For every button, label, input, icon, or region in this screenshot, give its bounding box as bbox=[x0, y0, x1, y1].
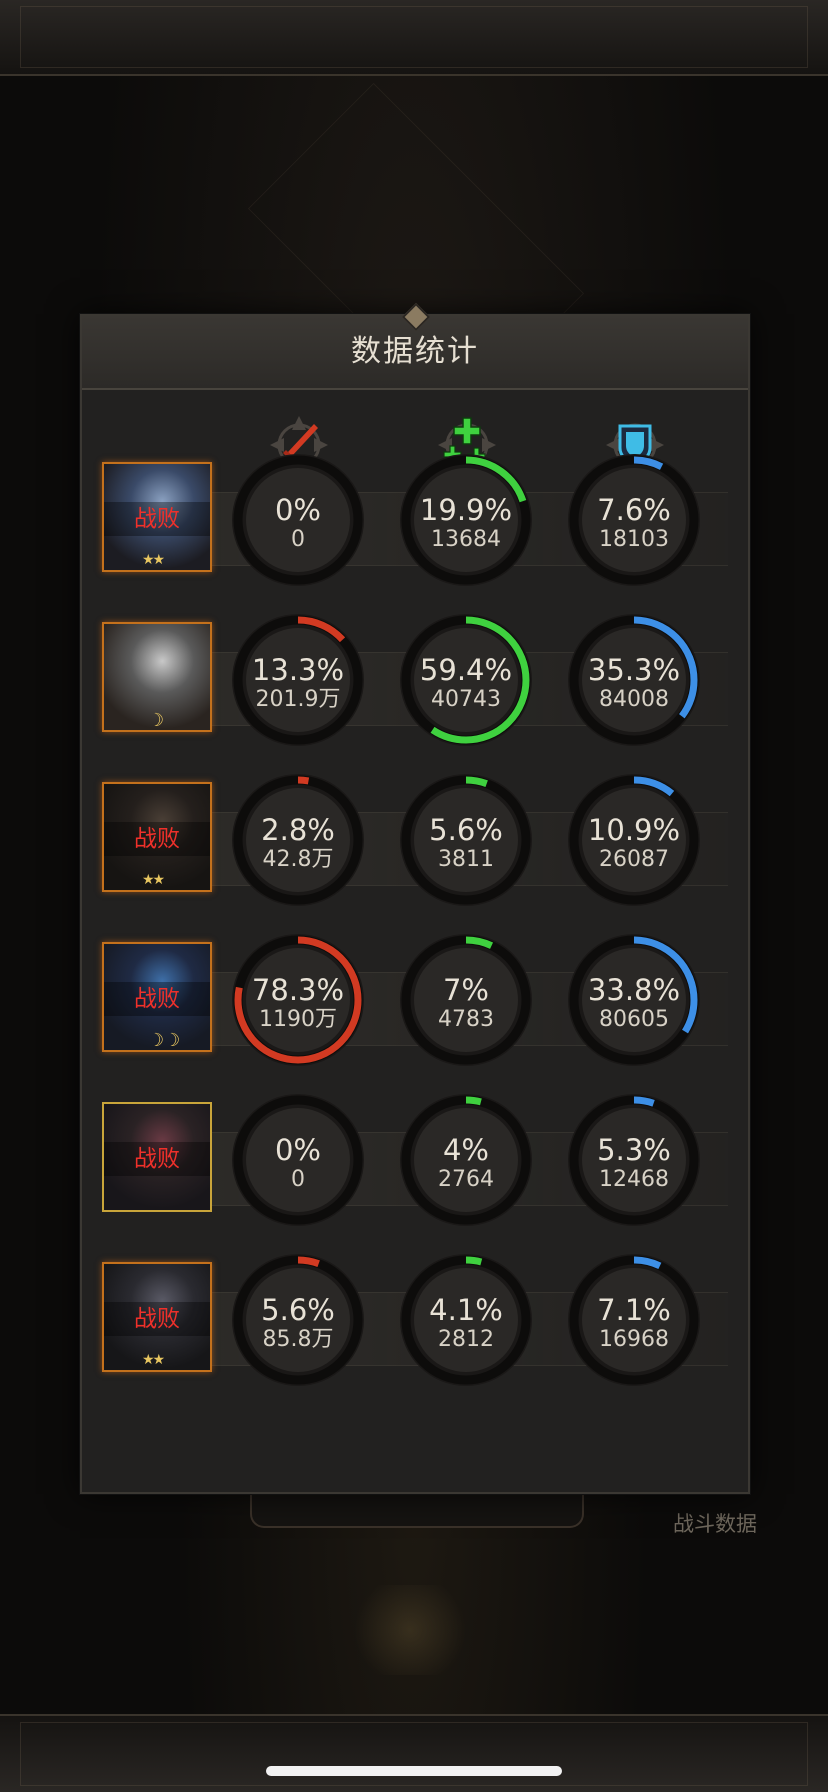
tank-value: 80605 bbox=[599, 1007, 669, 1032]
hero-row: 战败 ★★ 0% 0 19.9% 13684 7.6% 18103 bbox=[82, 452, 748, 612]
tank-percent: 10.9% bbox=[587, 813, 681, 847]
statistics-panel: 数据统计 战败 ★★ 0% 0 19.9% 13684 7.6% 18103 ☽… bbox=[80, 302, 750, 1494]
battle-data-caption[interactable]: 战斗数据 bbox=[673, 1508, 757, 1538]
moon-rank-icon: ☽ bbox=[148, 710, 165, 731]
heal-value: 4783 bbox=[438, 1007, 494, 1032]
heal-percent: 19.9% bbox=[419, 493, 513, 527]
hero-row: 战败 0% 0 4% 2764 5.3% 12468 bbox=[82, 1092, 748, 1252]
damage-value: 42.8万 bbox=[262, 847, 334, 872]
damage-stat-ring: 5.6% 85.8万 bbox=[230, 1252, 366, 1388]
heal-percent: 7% bbox=[442, 973, 489, 1007]
hero-portrait[interactable]: 战败 ★★ bbox=[102, 782, 212, 892]
tank-stat-ring: 7.6% 18103 bbox=[566, 452, 702, 588]
tank-percent: 5.3% bbox=[597, 1133, 671, 1167]
tank-percent: 35.3% bbox=[587, 653, 681, 687]
hero-portrait[interactable]: 战败 bbox=[102, 1102, 212, 1212]
damage-stat-ring: 0% 0 bbox=[230, 452, 366, 588]
hero-portrait[interactable]: 战败 ★★ bbox=[102, 1262, 212, 1372]
home-indicator[interactable] bbox=[266, 1766, 562, 1776]
panel-title: 数据统计 bbox=[351, 334, 479, 369]
tank-value: 16968 bbox=[599, 1327, 669, 1352]
damage-value: 85.8万 bbox=[262, 1327, 334, 1352]
heal-percent: 4.1% bbox=[429, 1293, 503, 1327]
tank-stat-ring: 5.3% 12468 bbox=[566, 1092, 702, 1228]
damage-stat-ring: 2.8% 42.8万 bbox=[230, 772, 366, 908]
tank-percent: 7.1% bbox=[597, 1293, 671, 1327]
heal-percent: 5.6% bbox=[429, 813, 503, 847]
heal-value: 40743 bbox=[431, 687, 501, 712]
heal-stat-ring: 5.6% 3811 bbox=[398, 772, 534, 908]
heal-value: 3811 bbox=[438, 847, 494, 872]
star-rank-icon: ★★ bbox=[142, 552, 165, 568]
damage-value: 1190万 bbox=[259, 1007, 337, 1032]
hero-row: 战败 ☽☽ 78.3% 1190万 7% 4783 33.8% 80605 bbox=[82, 932, 748, 1092]
bottom-frame-band bbox=[0, 1714, 828, 1792]
tank-stat-ring: 35.3% 84008 bbox=[566, 612, 702, 748]
background-emblem bbox=[345, 1585, 475, 1675]
defeat-label: 战败 bbox=[104, 982, 210, 1016]
defeat-label: 战败 bbox=[104, 1142, 210, 1176]
star-rank-icon: ★★ bbox=[142, 1352, 165, 1368]
star-rank-icon: ★★ bbox=[142, 872, 165, 888]
heal-value: 2812 bbox=[438, 1327, 494, 1352]
hero-portrait[interactable]: 战败 ★★ bbox=[102, 462, 212, 572]
tank-percent: 7.6% bbox=[597, 493, 671, 527]
top-frame-band bbox=[0, 0, 828, 76]
heal-value: 2764 bbox=[438, 1167, 494, 1192]
tank-stat-ring: 10.9% 26087 bbox=[566, 772, 702, 908]
hero-portrait[interactable]: ☽ bbox=[102, 622, 212, 732]
tank-value: 18103 bbox=[599, 527, 669, 552]
hero-row: 战败 ★★ 5.6% 85.8万 4.1% 2812 7.1% 16968 bbox=[82, 1252, 748, 1412]
damage-value: 201.9万 bbox=[255, 687, 341, 712]
tank-value: 26087 bbox=[599, 847, 669, 872]
damage-stat-ring: 13.3% 201.9万 bbox=[230, 612, 366, 748]
damage-percent: 13.3% bbox=[251, 653, 345, 687]
heal-stat-ring: 19.9% 13684 bbox=[398, 452, 534, 588]
panel-header: 数据统计 bbox=[82, 302, 748, 390]
damage-value: 0 bbox=[291, 527, 305, 552]
tank-percent: 33.8% bbox=[587, 973, 681, 1007]
moon-rank-icon: ☽☽ bbox=[148, 1030, 181, 1051]
heal-percent: 4% bbox=[442, 1133, 489, 1167]
damage-stat-ring: 0% 0 bbox=[230, 1092, 366, 1228]
damage-percent: 0% bbox=[274, 1133, 321, 1167]
damage-percent: 78.3% bbox=[251, 973, 345, 1007]
damage-percent: 5.6% bbox=[261, 1293, 335, 1327]
heal-percent: 59.4% bbox=[419, 653, 513, 687]
tank-value: 12468 bbox=[599, 1167, 669, 1192]
tank-stat-ring: 33.8% 80605 bbox=[566, 932, 702, 1068]
heal-stat-ring: 4.1% 2812 bbox=[398, 1252, 534, 1388]
hero-row: 战败 ★★ 2.8% 42.8万 5.6% 3811 10.9% 26087 bbox=[82, 772, 748, 932]
tank-stat-ring: 7.1% 16968 bbox=[566, 1252, 702, 1388]
defeat-label: 战败 bbox=[104, 822, 210, 856]
hero-portrait[interactable]: 战败 ☽☽ bbox=[102, 942, 212, 1052]
heal-value: 13684 bbox=[431, 527, 501, 552]
hero-row: ☽ 13.3% 201.9万 59.4% 40743 35.3% 84008 bbox=[82, 612, 748, 772]
damage-value: 0 bbox=[291, 1167, 305, 1192]
damage-percent: 0% bbox=[274, 493, 321, 527]
damage-stat-ring: 78.3% 1190万 bbox=[230, 932, 366, 1068]
heal-stat-ring: 7% 4783 bbox=[398, 932, 534, 1068]
heal-stat-ring: 59.4% 40743 bbox=[398, 612, 534, 748]
tank-value: 84008 bbox=[599, 687, 669, 712]
defeat-label: 战败 bbox=[104, 1302, 210, 1336]
heal-stat-ring: 4% 2764 bbox=[398, 1092, 534, 1228]
damage-percent: 2.8% bbox=[261, 813, 335, 847]
defeat-label: 战败 bbox=[104, 502, 210, 536]
